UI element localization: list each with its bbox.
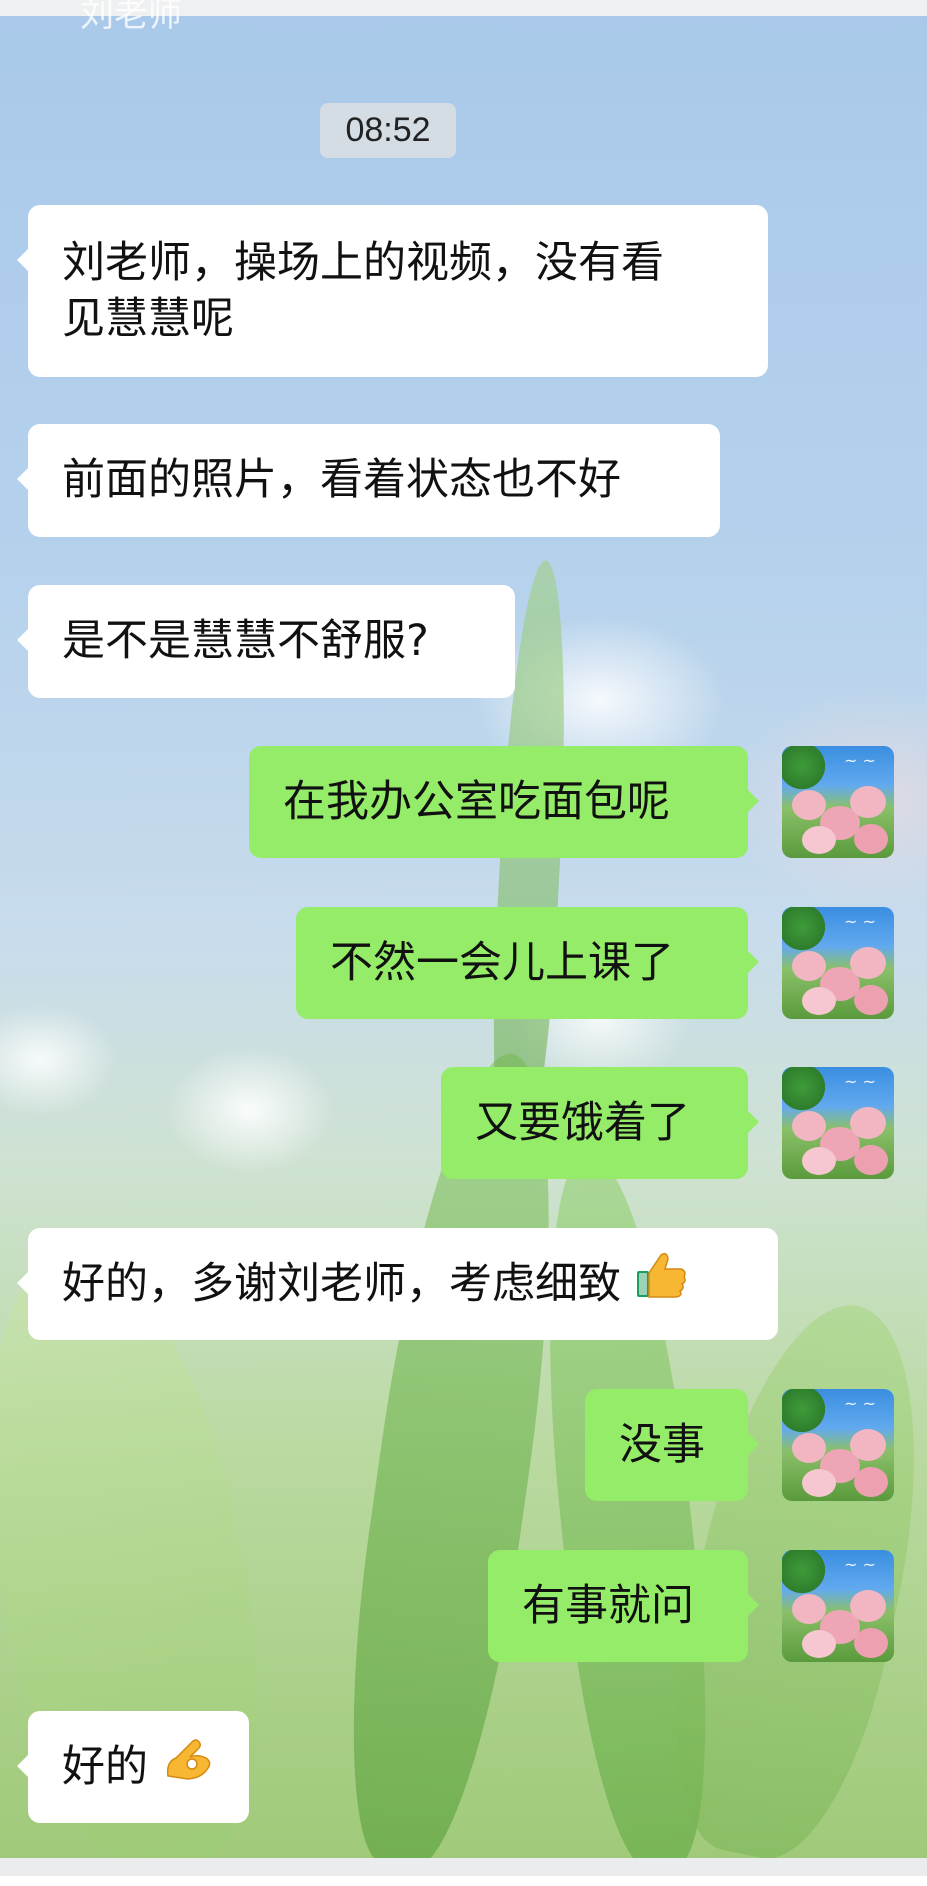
incoming-message[interactable]: 前面的照片，看着状态也不好 [17,424,720,537]
flower-avatar-icon[interactable]: ~ ~ [782,1389,894,1501]
message-text-line: 刘老师，操场上的视频，没有看 [62,238,664,288]
message-text: 是不是慧慧不舒服? [62,616,429,666]
message-text: 好的 [62,1742,148,1792]
chat-title-partial: 刘老师 [80,0,182,32]
message-text: 不然一会儿上课了 [330,938,674,988]
message-text: 好的，多谢刘老师，考虑细致 [62,1259,621,1309]
outgoing-message[interactable]: 没事 [585,1389,759,1501]
outgoing-message[interactable]: 在我办公室吃面包呢 [249,746,759,858]
message-text: 在我办公室吃面包呢 [283,777,670,827]
flower-avatar-icon[interactable]: ~ ~ [782,907,894,1019]
incoming-message[interactable]: 是不是慧慧不舒服? [17,585,515,698]
flower-avatar-icon[interactable]: ~ ~ [782,1067,894,1179]
incoming-message[interactable]: 好的 [17,1711,249,1826]
flower-avatar-icon[interactable]: ~ ~ [782,1550,894,1662]
thumbs-up-icon [635,1231,687,1343]
message-text: 前面的照片，看着状态也不好 [62,455,621,505]
outgoing-message[interactable]: 又要饿着了 [441,1067,759,1179]
input-bar-edge [0,1858,927,1876]
message-text-line: 见慧慧呢 [62,294,234,344]
message-text: 没事 [619,1420,705,1470]
flower-avatar-icon[interactable]: ~ ~ [782,746,894,858]
message-text: 又要饿着了 [475,1098,690,1148]
outgoing-message[interactable]: 有事就问 [488,1550,759,1662]
ok-hand-icon [162,1714,214,1826]
outgoing-message[interactable]: 不然一会儿上课了 [296,907,759,1019]
incoming-message[interactable]: 好的，多谢刘老师，考虑细致 [17,1228,778,1343]
incoming-message[interactable]: 刘老师，操场上的视频，没有看 见慧慧呢 [17,205,768,377]
message-text: 有事就问 [522,1581,694,1631]
message-timestamp: 08:52 [320,103,456,158]
